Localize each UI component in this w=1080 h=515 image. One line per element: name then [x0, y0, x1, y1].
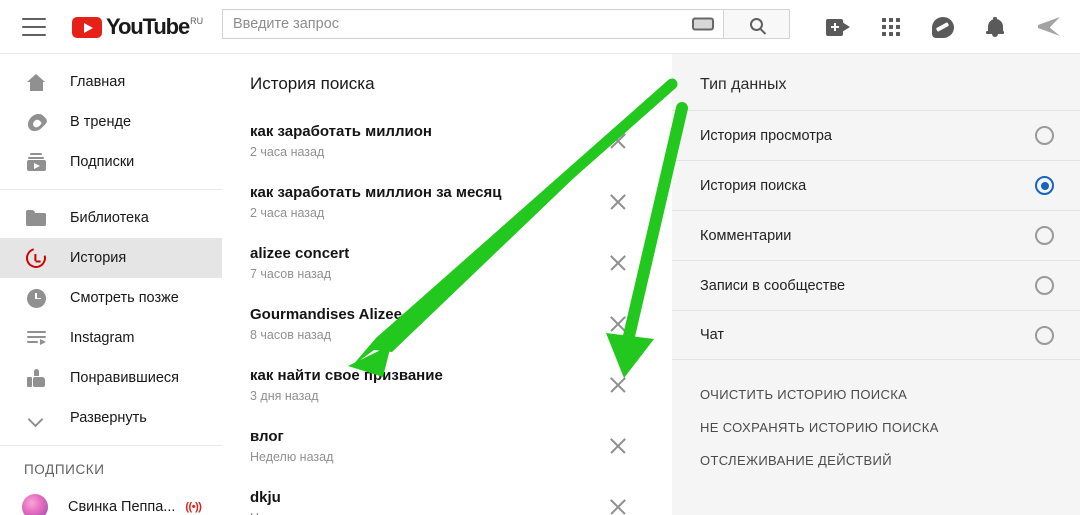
history-entry[interactable]: Gourmandises Alizee 8 часов назад: [222, 293, 672, 354]
trending-flame-icon: [23, 109, 49, 135]
account-avatar[interactable]: [1036, 15, 1062, 39]
remove-entry-icon[interactable]: [608, 192, 628, 212]
sidebar-item-label: История: [70, 250, 127, 266]
search-icon: [750, 17, 763, 31]
option-chat[interactable]: Чат: [672, 310, 1080, 360]
search-input[interactable]: Введите запрос: [222, 9, 724, 39]
header-action-icons: [826, 0, 1062, 54]
sidebar-item-watch-later[interactable]: Смотреть позже: [0, 278, 222, 318]
sidebar-item-label: Библиотека: [70, 210, 149, 226]
keyboard-icon[interactable]: [692, 17, 714, 31]
watch-later-clock-icon: [24, 286, 48, 310]
sidebar-item-home[interactable]: Главная: [0, 62, 222, 102]
library-folder-icon: [24, 206, 48, 230]
channel-name: Свинка Пеппа...: [68, 499, 176, 515]
option-label: История просмотра: [700, 127, 832, 144]
channel-avatar: [22, 494, 48, 515]
remove-entry-icon[interactable]: [608, 375, 628, 395]
hamburger-menu-icon[interactable]: [22, 17, 46, 36]
history-entry[interactable]: влог Неделю назад: [222, 415, 672, 476]
pause-search-history-link[interactable]: НЕ СОХРАНЯТЬ ИСТОРИЮ ПОИСКА: [672, 411, 1080, 444]
search-button[interactable]: [724, 9, 790, 39]
left-sidebar: Главная В тренде Подписки Библиотека Ист…: [0, 54, 222, 515]
history-entry[interactable]: как заработать миллион 2 часа назад: [222, 110, 672, 171]
sidebar-group-primary: Главная В тренде Подписки: [0, 54, 222, 189]
sidebar-item-library[interactable]: Библиотека: [0, 198, 222, 238]
remove-entry-icon[interactable]: [608, 253, 628, 273]
notifications-bell-icon[interactable]: [986, 17, 1004, 37]
radio-button[interactable]: [1035, 226, 1054, 245]
search-history-list: как заработать миллион 2 часа назад как …: [222, 110, 672, 515]
radio-button-selected[interactable]: [1035, 176, 1054, 195]
history-entry[interactable]: как заработать миллион за месяц 2 часа н…: [222, 171, 672, 232]
sidebar-item-label: В тренде: [70, 114, 132, 130]
radio-button[interactable]: [1035, 276, 1054, 295]
option-comments[interactable]: Комментарии: [672, 210, 1080, 260]
subscriptions-icon: [24, 150, 48, 174]
sidebar-item-trending[interactable]: В тренде: [0, 102, 222, 142]
remove-entry-icon[interactable]: [608, 436, 628, 456]
subscriptions-section-header: ПОДПИСКИ: [24, 462, 105, 477]
option-watch-history[interactable]: История просмотра: [672, 110, 1080, 160]
option-label: Записи в сообществе: [700, 277, 846, 294]
sidebar-item-liked[interactable]: Понравившиеся: [0, 358, 222, 398]
youtube-country-code: RU: [190, 16, 204, 26]
history-clock-icon: [22, 244, 50, 272]
sidebar-item-history[interactable]: История: [0, 238, 222, 278]
history-entry[interactable]: как найти свое призвание 3 дня назад: [222, 354, 672, 415]
option-label: История поиска: [700, 177, 807, 194]
sidebar-group-library: Библиотека История Смотреть позже Instag…: [0, 190, 222, 445]
data-type-panel: Тип данных История просмотра История пои…: [672, 54, 1080, 515]
create-video-icon[interactable]: [826, 18, 850, 36]
radio-button[interactable]: [1035, 325, 1054, 345]
option-community-posts[interactable]: Записи в сообществе: [672, 260, 1080, 310]
page-title: История поиска: [250, 74, 375, 93]
sidebar-item-label: Подписки: [70, 154, 135, 170]
chevron-down-icon: [24, 406, 48, 430]
youtube-wordmark: YouTube: [106, 14, 190, 39]
search-history-panel: История поиска как заработать миллион 2 …: [222, 54, 672, 515]
history-entry[interactable]: dkju Неделю назад: [222, 476, 672, 515]
sidebar-item-instagram[interactable]: Instagram: [0, 318, 222, 358]
live-broadcast-badge: ((•)): [185, 501, 202, 513]
activity-tracking-link[interactable]: ОТСЛЕЖИВАНИЕ ДЕЙСТВИЙ: [672, 444, 1080, 477]
sidebar-item-label: Понравившиеся: [70, 370, 180, 386]
remove-entry-icon[interactable]: [608, 131, 628, 151]
clear-search-history-link[interactable]: ОЧИСТИТЬ ИСТОРИЮ ПОИСКА: [672, 378, 1080, 411]
search-bar: Введите запрос: [222, 9, 790, 39]
sidebar-item-expand[interactable]: Развернуть: [0, 398, 222, 438]
data-type-options: История просмотра История поиска Коммент…: [672, 110, 1080, 360]
history-entry[interactable]: alizee concert 7 часов назад: [222, 232, 672, 293]
radio-button[interactable]: [1035, 126, 1054, 145]
top-navigation-bar: YouTube RU Введите запрос: [0, 0, 1080, 54]
sidebar-item-label: Развернуть: [70, 410, 147, 426]
home-icon: [24, 70, 48, 94]
option-label: Чат: [700, 327, 725, 343]
apps-grid-icon[interactable]: [882, 18, 900, 36]
youtube-play-icon: [72, 17, 102, 38]
playlist-icon: [24, 326, 48, 350]
data-type-title: Тип данных: [700, 76, 787, 93]
option-search-history[interactable]: История поиска: [672, 160, 1080, 210]
panel-action-links: ОЧИСТИТЬ ИСТОРИЮ ПОИСКА НЕ СОХРАНЯТЬ ИСТ…: [672, 360, 1080, 477]
messages-icon[interactable]: [932, 16, 954, 38]
sidebar-channel-item[interactable]: Свинка Пеппа... ((•)): [0, 487, 222, 515]
remove-entry-icon[interactable]: [608, 314, 628, 334]
youtube-history-page: YouTube RU Введите запрос Главная В трен…: [0, 0, 1080, 515]
option-label: Комментарии: [700, 227, 792, 244]
thumbs-up-icon: [24, 366, 48, 390]
youtube-logo[interactable]: YouTube RU: [72, 15, 203, 38]
sidebar-item-subscriptions[interactable]: Подписки: [0, 142, 222, 182]
sidebar-item-label: Instagram: [70, 330, 135, 346]
sidebar-item-label: Смотреть позже: [70, 290, 179, 306]
search-placeholder: Введите запрос: [233, 16, 340, 32]
remove-entry-icon[interactable]: [608, 497, 628, 515]
sidebar-item-label: Главная: [70, 74, 126, 90]
